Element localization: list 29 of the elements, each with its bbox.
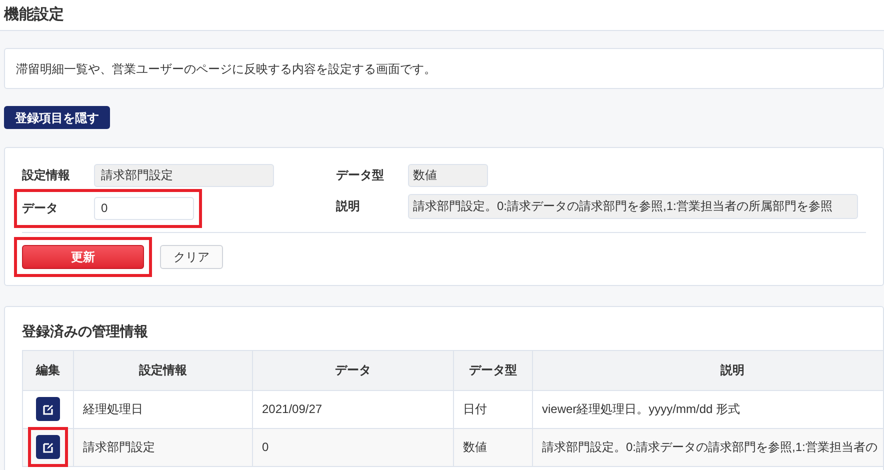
table-cell: 日付 bbox=[454, 390, 532, 428]
hide-items-button[interactable]: 登録項目を隠す bbox=[4, 106, 110, 129]
table-cell: 請求部門設定 bbox=[74, 428, 252, 466]
column-header: データ bbox=[252, 350, 454, 390]
type-field: 数値 bbox=[408, 164, 488, 186]
edit-button[interactable] bbox=[36, 435, 60, 459]
section-title: 登録済みの管理情報 bbox=[22, 322, 149, 340]
update-button[interactable]: 更新 bbox=[22, 244, 144, 268]
data-input[interactable]: 0 bbox=[94, 196, 194, 220]
description-text: 滞留明細一覧や、営業ユーザーのページに反映する内容を設定する画面です。 bbox=[16, 60, 436, 78]
clear-button[interactable]: クリア bbox=[160, 244, 223, 268]
setting-field: 請求部門設定 bbox=[94, 164, 274, 186]
field-label: データ bbox=[22, 200, 59, 217]
edit-icon bbox=[42, 404, 54, 414]
table-cell: 0 bbox=[252, 428, 454, 466]
field-label: 設定情報 bbox=[22, 167, 71, 184]
page-title: 機能設定 bbox=[4, 4, 64, 25]
field-label: データ型 bbox=[336, 167, 385, 184]
table-cell: 数値 bbox=[454, 428, 532, 466]
column-header: 編集 bbox=[22, 350, 74, 390]
column-header: 設定情報 bbox=[74, 350, 252, 390]
explain-field: 請求部門設定。0:請求データの請求部門を参照,1:営業担当者の所属部門を参照 bbox=[408, 194, 858, 218]
table-cell: 2021/09/27 bbox=[252, 390, 454, 428]
column-header: データ型 bbox=[454, 350, 532, 390]
edit-button[interactable] bbox=[36, 397, 60, 421]
column-header: 説明 bbox=[532, 350, 883, 390]
table-cell: 経理処理日 bbox=[74, 390, 252, 428]
edit-icon bbox=[42, 442, 54, 452]
field-label: 説明 bbox=[336, 198, 361, 215]
